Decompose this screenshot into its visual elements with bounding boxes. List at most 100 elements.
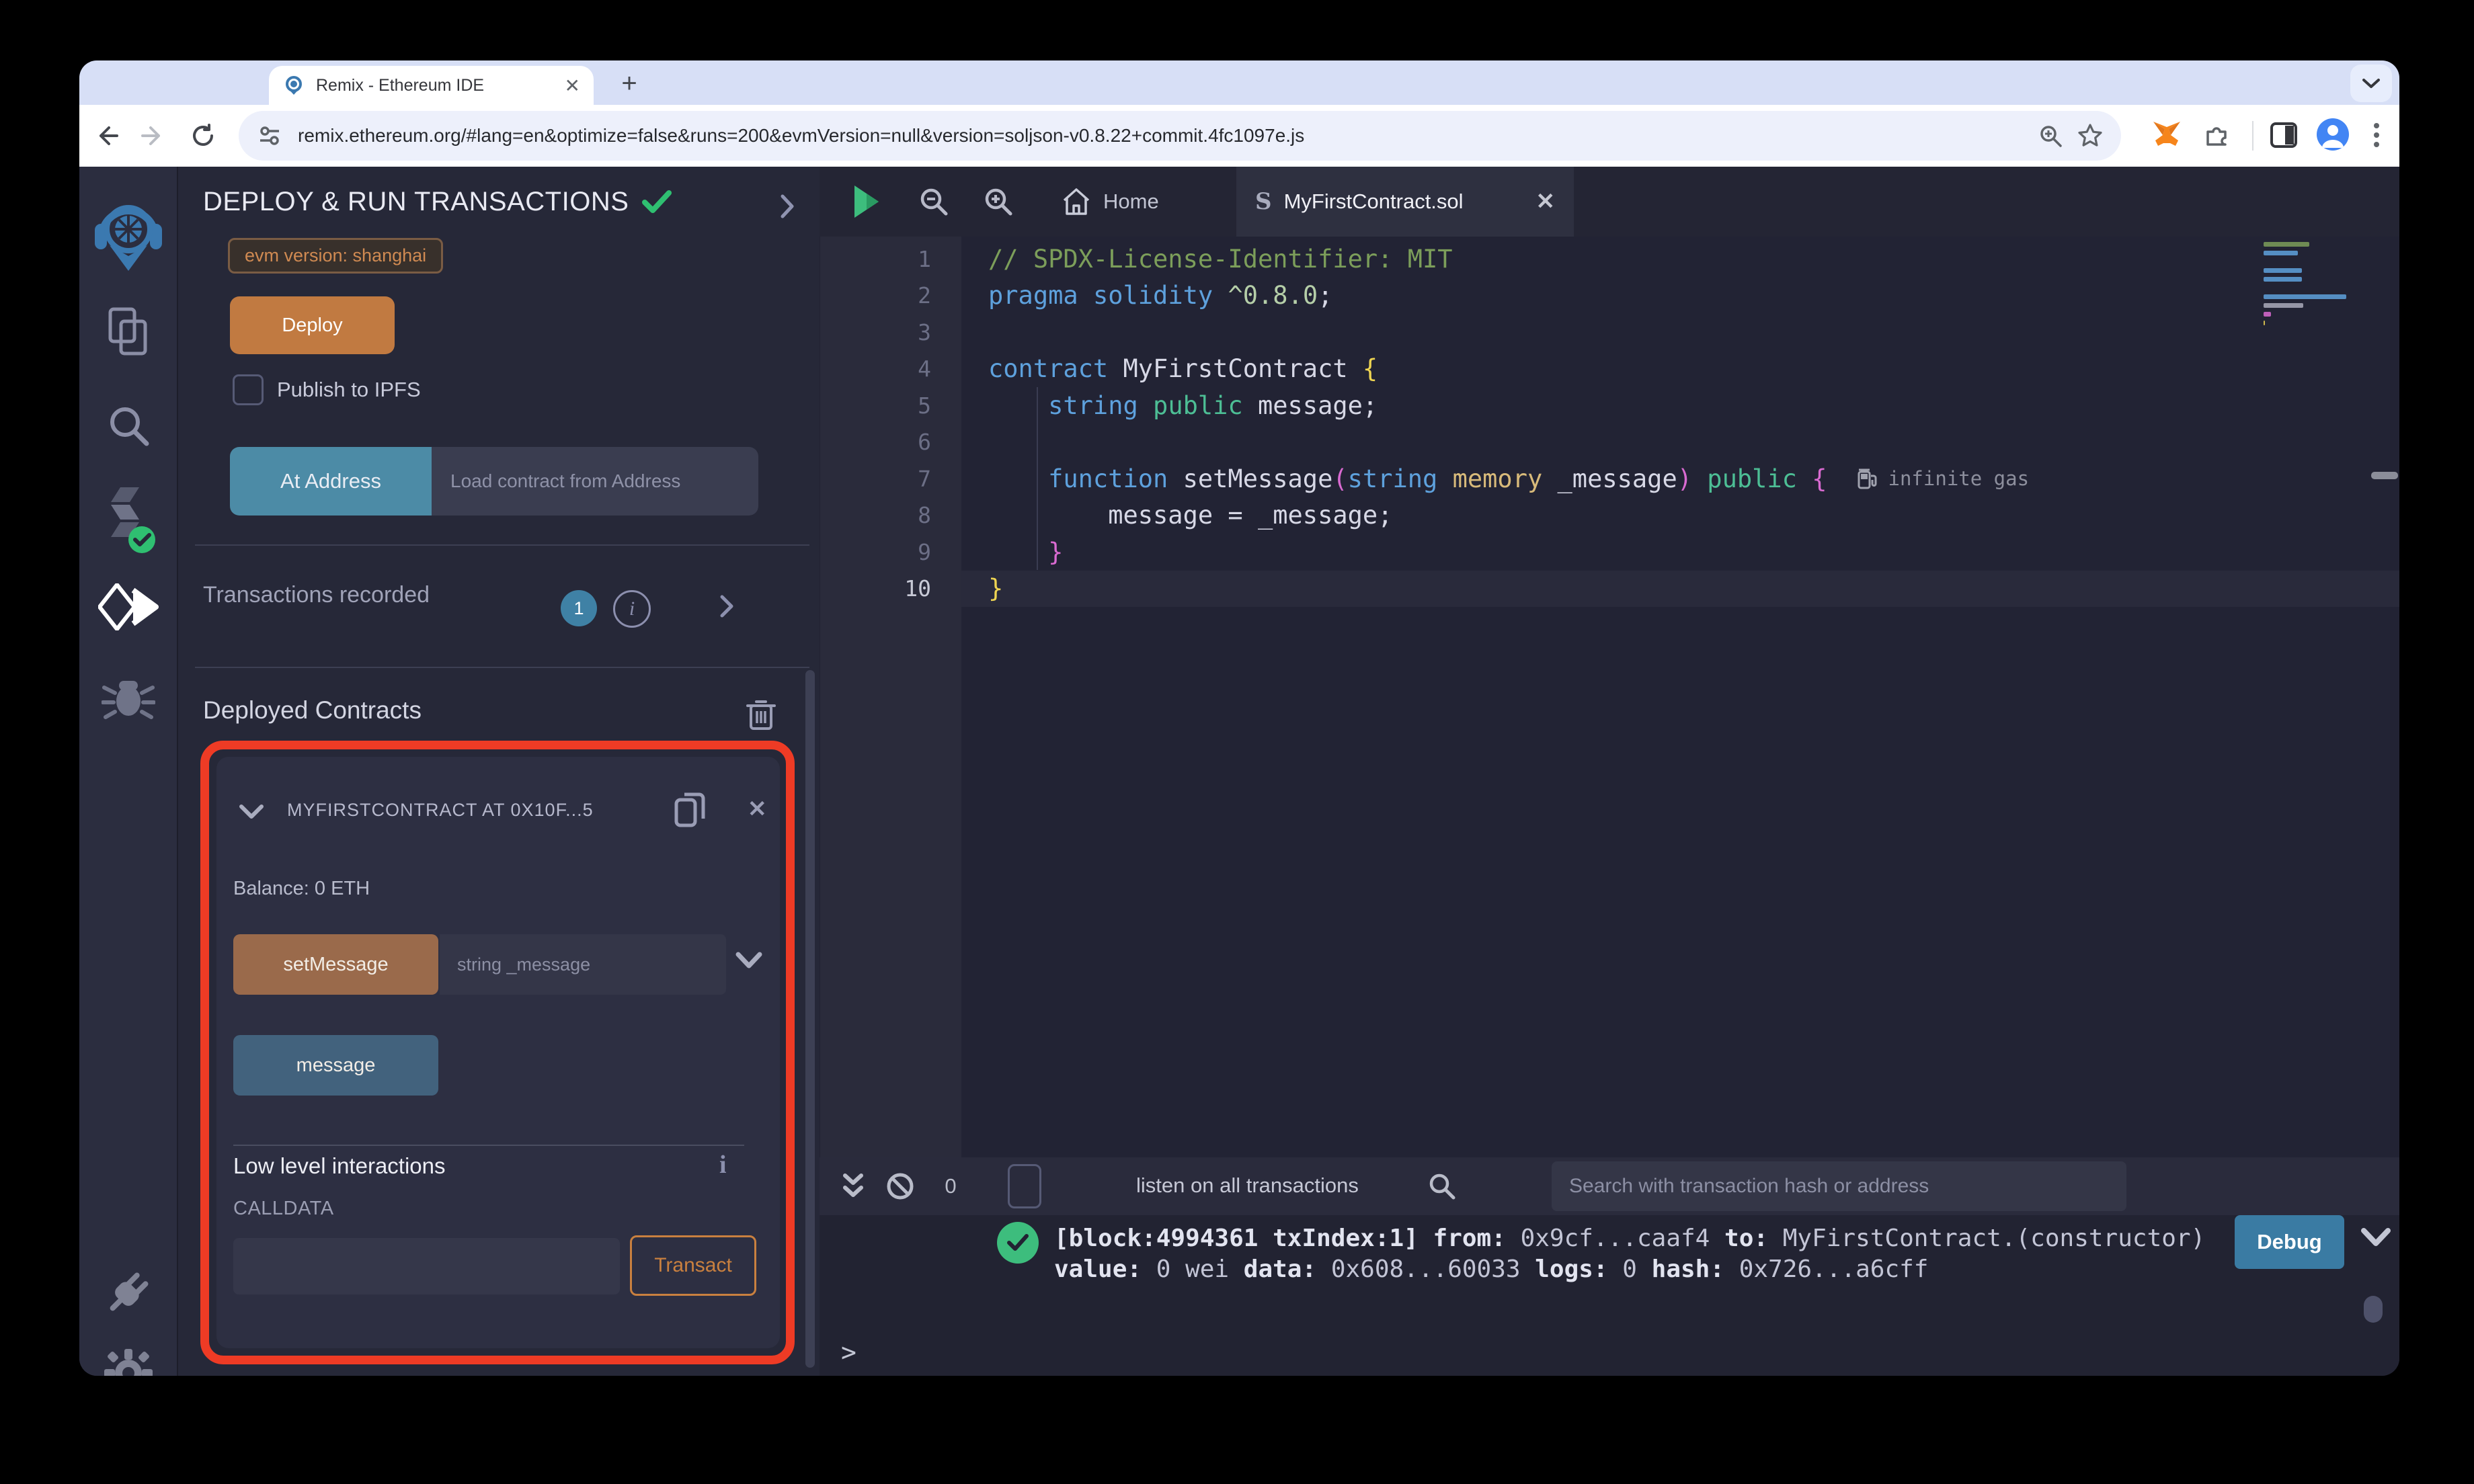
gas-annotation: infinite gas <box>1858 467 2029 490</box>
zoom-out-icon[interactable] <box>914 167 954 237</box>
minimap-line <box>2264 303 2304 308</box>
url-bar[interactable]: remix.ethereum.org/#lang=en&optimize=fal… <box>239 111 2121 161</box>
log-expand-icon[interactable] <box>2360 1227 2391 1247</box>
zoom-in-icon[interactable] <box>978 167 1019 237</box>
run-panel: DEPLOY & RUN TRANSACTIONS evm version: s… <box>178 167 820 1376</box>
code-line[interactable]: 3 <box>820 314 2399 351</box>
line-number: 9 <box>918 538 931 565</box>
tab-title: Remix - Ethereum IDE <box>316 75 485 95</box>
deployed-contracts-label: Deployed Contracts <box>203 696 422 724</box>
tab-close-icon[interactable]: ✕ <box>565 75 580 97</box>
contract-title: MYFIRSTCONTRACT AT 0X10F...5 <box>287 800 594 820</box>
code-line[interactable]: 8 message = _message; <box>820 497 2399 534</box>
editor-scrollbar-thumb[interactable] <box>2371 472 2398 479</box>
settings-gear-icon[interactable] <box>79 1336 177 1376</box>
icon-rail <box>79 167 178 1376</box>
code-line[interactable]: 4 contract MyFirstContract { <box>820 351 2399 388</box>
deploy-button[interactable]: Deploy <box>230 296 395 354</box>
at-address-input[interactable]: Load contract from Address <box>432 447 758 516</box>
copy-icon[interactable] <box>674 790 707 829</box>
browser-menu-icon[interactable] <box>2358 117 2395 153</box>
set-message-button[interactable]: setMessage <box>233 934 438 995</box>
deploy-run-icon[interactable] <box>79 570 177 644</box>
set-message-input[interactable]: string _message <box>440 934 726 995</box>
back-button[interactable] <box>89 118 124 153</box>
tx-log-entry[interactable]: [block:4994361 txIndex:1] from: 0x9cf...… <box>1054 1223 2205 1285</box>
bookmark-star-icon[interactable] <box>2077 122 2104 149</box>
profile-avatar[interactable] <box>2317 118 2349 151</box>
tab-search-button[interactable] <box>2350 65 2392 102</box>
extensions-puzzle-icon[interactable] <box>2198 117 2235 153</box>
browser-toolbar: remix.ethereum.org/#lang=en&optimize=fal… <box>79 105 2399 167</box>
code-line[interactable]: 6 <box>820 424 2399 461</box>
solidity-compiler-icon[interactable] <box>79 479 177 560</box>
screenshot-root: Remix - Ethereum IDE ✕ + remix.ethereum.… <box>0 0 2474 1484</box>
expand-args-icon[interactable] <box>735 952 762 969</box>
contract-close-icon[interactable]: ✕ <box>748 796 767 823</box>
line-content: pragma solidity ^0.8.0; <box>988 281 1333 311</box>
contract-balance: Balance: 0 ETH <box>233 878 370 899</box>
run-script-icon[interactable] <box>846 167 887 237</box>
remix-logo-icon[interactable] <box>79 188 177 282</box>
code-line[interactable]: 1 // SPDX-License-Identifier: MIT <box>820 241 2399 278</box>
minimap-line <box>2264 294 2347 299</box>
code-line[interactable]: 9 } <box>820 534 2399 571</box>
line-content: function setMessage(string memory _messa… <box>1048 464 2030 493</box>
reload-button[interactable] <box>186 118 221 153</box>
file-explorer-icon[interactable] <box>79 294 177 368</box>
line-content: // SPDX-License-Identifier: MIT <box>988 244 1453 274</box>
panel-scrollbar[interactable] <box>805 670 815 1368</box>
publish-ipfs-checkbox[interactable] <box>233 374 264 405</box>
search-icon[interactable] <box>79 388 177 462</box>
expand-terminal-icon[interactable] <box>834 1157 872 1215</box>
code-line[interactable]: 5 string public message; <box>820 387 2399 424</box>
chevron-down-icon <box>2361 77 2381 89</box>
at-address-button[interactable]: At Address <box>230 447 432 516</box>
clear-console-icon[interactable] <box>881 1157 919 1215</box>
line-content: } <box>1048 537 1064 567</box>
minimap-line <box>2264 321 2266 325</box>
terminal-toolbar: 0 listen on all transactions Search with… <box>820 1157 2399 1215</box>
terminal-scrollbar-thumb[interactable] <box>2364 1296 2383 1323</box>
metamask-extension-icon[interactable] <box>2149 117 2185 153</box>
code-line[interactable]: 2 pragma solidity ^0.8.0; <box>820 278 2399 315</box>
code-line[interactable]: 7 function setMessage(string memory _mes… <box>820 460 2399 497</box>
url-text: remix.ethereum.org/#lang=en&optimize=fal… <box>298 125 1305 146</box>
home-tab[interactable]: Home <box>1041 167 1179 237</box>
debug-button[interactable]: Debug <box>2235 1215 2344 1269</box>
panel-expand-icon[interactable] <box>779 194 795 219</box>
divider <box>195 667 809 668</box>
transact-button[interactable]: Transact <box>630 1235 756 1296</box>
editor-minimap[interactable] <box>2264 242 2370 329</box>
transactions-info-icon[interactable]: i <box>613 590 651 628</box>
terminal-prompt[interactable]: > <box>841 1337 856 1367</box>
code-lines: 1 // SPDX-License-Identifier: MIT 2 pragma … <box>820 241 2399 607</box>
debugger-icon[interactable] <box>79 661 177 735</box>
line-number: 1 <box>918 245 931 272</box>
code-editor[interactable]: 1 // SPDX-License-Identifier: MIT 2 pragma … <box>820 237 2399 1157</box>
side-panel-icon[interactable] <box>2266 117 2302 153</box>
file-tab-active[interactable]: S MyFirstContract.sol ✕ <box>1236 167 1574 237</box>
terminal: 0 listen on all transactions Search with… <box>820 1157 2399 1376</box>
file-tab-close-icon[interactable]: ✕ <box>1536 188 1556 215</box>
low-level-info-icon[interactable]: i <box>719 1150 727 1180</box>
tx-log-line2: value: 0 wei data: 0x608...60033 logs: 0… <box>1054 1255 1929 1283</box>
calldata-input[interactable] <box>233 1238 620 1294</box>
browser-tab[interactable]: Remix - Ethereum IDE ✕ <box>269 66 594 105</box>
new-tab-button[interactable]: + <box>610 65 648 102</box>
code-line[interactable]: 10} <box>820 570 2399 608</box>
deployed-contract-card: MYFIRSTCONTRACT AT 0X10F...5 ✕ Balance: … <box>216 757 780 1348</box>
contract-collapse-icon[interactable] <box>239 804 264 820</box>
forward-button[interactable] <box>136 118 171 153</box>
home-tab-label: Home <box>1103 190 1159 213</box>
minimap-line <box>2264 242 2310 247</box>
zoom-icon[interactable] <box>2038 123 2063 149</box>
minimap-line <box>2264 277 2303 282</box>
transactions-expand-icon[interactable] <box>719 594 734 618</box>
terminal-search-input[interactable]: Search with transaction hash or address <box>1552 1161 2126 1211</box>
plugin-manager-icon[interactable] <box>79 1255 177 1329</box>
listen-checkbox[interactable] <box>1008 1164 1041 1208</box>
site-settings-icon[interactable] <box>257 124 282 148</box>
message-button[interactable]: message <box>233 1035 438 1096</box>
trash-icon[interactable] <box>746 698 776 731</box>
